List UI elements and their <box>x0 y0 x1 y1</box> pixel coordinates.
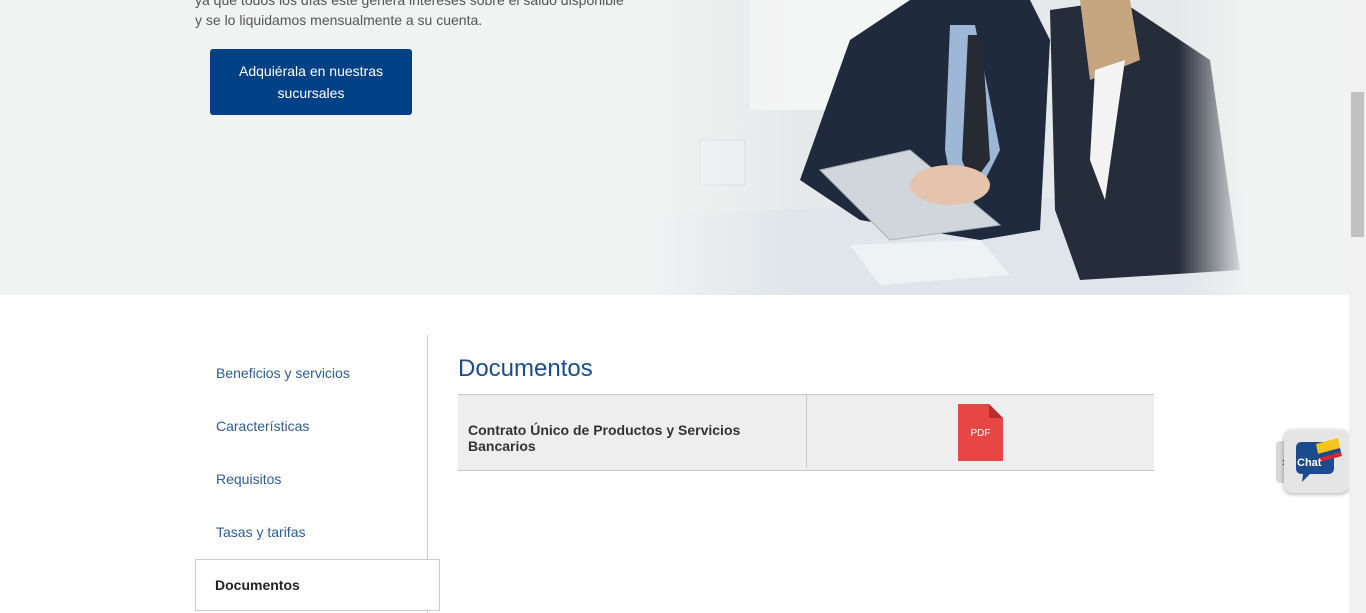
acquire-in-branches-button[interactable]: Adquiérala en nuestras sucursales <box>210 49 412 115</box>
sidebar-item-documents[interactable]: Documentos <box>195 559 440 611</box>
chat-label: Chat <box>1297 457 1322 469</box>
sidebar-item-benefits[interactable]: Beneficios y servicios <box>216 365 350 381</box>
pdf-label: PDF <box>970 428 991 439</box>
business-people-photo <box>650 0 1250 295</box>
table-row: Contrato Único de Productos y Servicios … <box>458 395 807 468</box>
hero-text-line-2: y se lo liquidamos mensualmente a su cue… <box>195 12 483 28</box>
sidebar-item-features[interactable]: Características <box>216 418 309 434</box>
page: ya que todos los días este genera intere… <box>0 0 1349 613</box>
sidebar-item-requirements[interactable]: Requisitos <box>216 471 281 487</box>
sidebar-item-documents-label: Documentos <box>215 577 300 593</box>
hero-section: ya que todos los días este genera intere… <box>0 0 1349 295</box>
document-name: Contrato Único de Productos y Servicios … <box>468 422 741 454</box>
page-scrollbar[interactable] <box>1349 0 1366 613</box>
pdf-download-icon[interactable]: PDF <box>958 404 1003 461</box>
documents-heading: Documentos <box>458 355 593 382</box>
sidebar-item-rates[interactable]: Tasas y tarifas <box>216 524 305 540</box>
hero-description: ya que todos los días este genera intere… <box>195 0 635 30</box>
chat-button[interactable]: Chat <box>1284 430 1349 493</box>
product-sidebar-nav: Beneficios y servicios Características R… <box>195 335 440 613</box>
documents-table: Contrato Único de Productos y Servicios … <box>458 394 1154 471</box>
scrollbar-thumb[interactable] <box>1351 92 1364 237</box>
hero-text-line-1: ya que todos los días este genera intere… <box>195 0 624 8</box>
